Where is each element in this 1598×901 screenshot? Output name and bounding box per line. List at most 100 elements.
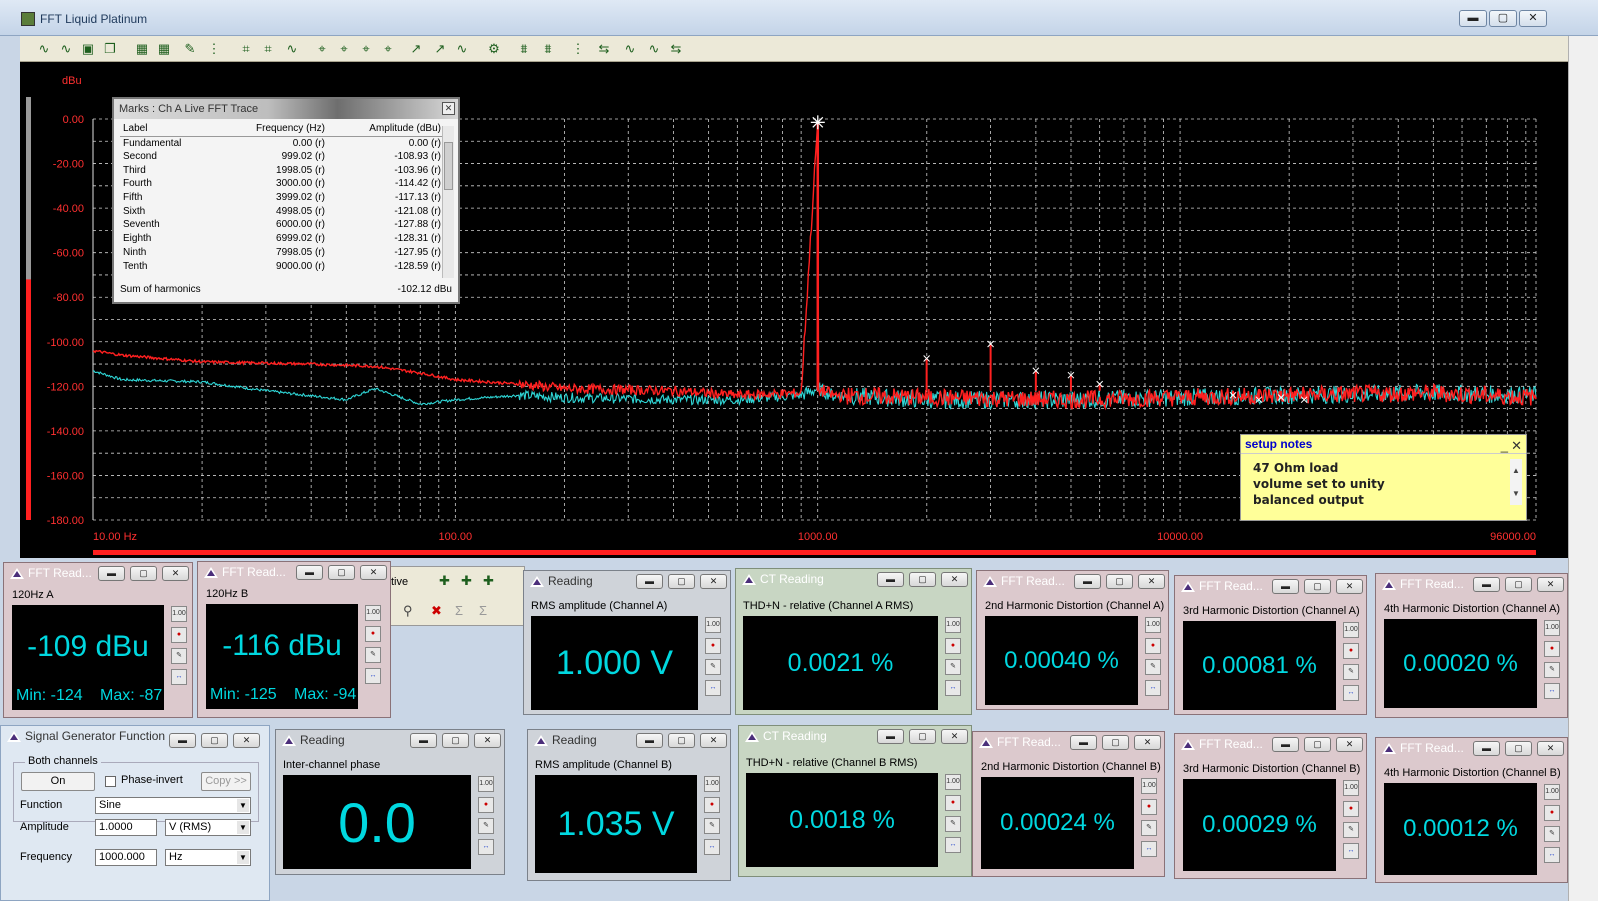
marker-icon[interactable]: ⌖ — [334, 39, 354, 58]
marks-panel[interactable]: Marks : Ch A Live FFT Trace ✕ Label Freq… — [112, 97, 460, 304]
meter-minimize-button[interactable]: ▬ — [410, 733, 437, 748]
meter-maximize-button[interactable]: ▢ — [1505, 577, 1532, 592]
siggen-minimize-button[interactable]: ▬ — [169, 733, 196, 748]
meter-minimize-button[interactable]: ▬ — [296, 565, 323, 580]
meter-close-button[interactable]: ✕ — [474, 733, 501, 748]
record-icon[interactable]: ● — [705, 638, 721, 654]
amplitude-unit-select[interactable]: V (RMS) ▼ — [165, 819, 251, 836]
chart-icon[interactable]: ▦ — [132, 39, 152, 58]
grid-icon[interactable]: ⋮ — [568, 39, 588, 58]
meter-minimize-button[interactable]: ▬ — [1074, 574, 1101, 589]
arrows-icon[interactable]: ↔ — [704, 839, 720, 855]
edit-icon[interactable]: ✎ — [1141, 820, 1157, 836]
arrows-icon[interactable]: ↔ — [171, 669, 187, 685]
zoom-icon[interactable]: ⌗ — [236, 39, 256, 58]
close-button[interactable]: ✕ — [1519, 10, 1547, 27]
edit-icon[interactable]: ✎ — [705, 659, 721, 675]
meter-minimize-button[interactable]: ▬ — [636, 574, 663, 589]
save-icon[interactable]: ▣ — [78, 39, 98, 58]
arrows-icon[interactable]: ↔ — [478, 839, 494, 855]
marks-row[interactable]: Fifth 3999.02 (r) -117.13 (r) — [120, 191, 444, 205]
meter-close-button[interactable]: ✕ — [1336, 579, 1363, 594]
meter-close-button[interactable]: ✕ — [700, 733, 727, 748]
meter-maximize-button[interactable]: ▢ — [1106, 574, 1133, 589]
record-icon[interactable]: ● — [1544, 805, 1560, 821]
notes-body[interactable]: 47 Ohm load volume set to unity balanced… — [1241, 454, 1526, 508]
meter-close-button[interactable]: ✕ — [162, 566, 189, 581]
meter-minimize-button[interactable]: ▬ — [636, 733, 663, 748]
meter-minimize-button[interactable]: ▬ — [1272, 579, 1299, 594]
scale-icon[interactable]: 1.00 — [945, 617, 961, 633]
arrows-icon[interactable]: ↔ — [945, 837, 961, 853]
copy-button[interactable]: Copy >> — [201, 772, 251, 791]
meter-close-button[interactable]: ✕ — [1134, 735, 1161, 750]
grid-icon[interactable]: ⋮ — [204, 39, 224, 58]
marker-icon[interactable]: ⌖ — [378, 39, 398, 58]
cursor-icon[interactable]: ↗ — [406, 39, 426, 58]
trace-icon[interactable]: ✚ — [439, 573, 450, 589]
meter-minimize-button[interactable]: ▬ — [877, 729, 904, 744]
trace-icon[interactable]: ∿ — [452, 39, 472, 58]
meter-maximize-button[interactable]: ▢ — [442, 733, 469, 748]
filter-icon[interactable]: ⩩ — [514, 39, 534, 58]
marks-row[interactable]: Second 999.02 (r) -108.93 (r) — [120, 150, 444, 164]
meter-window-fft1[interactable]: FFT Read... ▬ ▢ ✕ 120Hz A -109 dBu Min: -124 Ma… — [3, 562, 193, 718]
scale-icon[interactable]: 1.00 — [1141, 778, 1157, 794]
meter-maximize-button[interactable]: ▢ — [130, 566, 157, 581]
arrows-icon[interactable]: ↔ — [365, 668, 381, 684]
meter-close-button[interactable]: ✕ — [941, 572, 968, 587]
meter-maximize-button[interactable]: ▢ — [1102, 735, 1129, 750]
edit-icon[interactable]: ✎ — [1343, 664, 1359, 680]
maximize-button[interactable]: ▢ — [1489, 10, 1517, 27]
record-icon[interactable]: ● — [478, 797, 494, 813]
notes-minimize-icon[interactable]: _ — [1501, 436, 1508, 455]
scale-icon[interactable]: 1.00 — [171, 606, 187, 622]
edit-icon[interactable]: ✎ — [1343, 822, 1359, 838]
setup-notes[interactable]: setup notes _ ✕ 47 Ohm load volume set t… — [1240, 434, 1527, 521]
sum-icon[interactable]: Σ — [479, 603, 487, 618]
edit-icon[interactable]: ✎ — [1544, 826, 1560, 842]
chevron-down-icon[interactable]: ▼ — [237, 851, 249, 864]
signal-generator-window[interactable]: Signal Generator Function ▬ ▢ ✕ Both cha… — [0, 725, 270, 901]
edit-icon[interactable]: ✎ — [180, 39, 200, 58]
arrows-icon[interactable]: ↔ — [1141, 841, 1157, 857]
meter-window-h2a[interactable]: FFT Read... ▬ ▢ ✕ 2nd Harmonic Distortion (C… — [976, 570, 1169, 710]
meter-close-button[interactable]: ✕ — [360, 565, 387, 580]
meter-minimize-button[interactable]: ▬ — [1070, 735, 1097, 750]
cursor-icon[interactable]: ↗ — [430, 39, 450, 58]
chart-icon[interactable]: ▦ — [154, 39, 174, 58]
meter-maximize-button[interactable]: ▢ — [668, 574, 695, 589]
arrows-icon[interactable]: ↔ — [1343, 843, 1359, 859]
meter-window-h3a[interactable]: FFT Read... ▬ ▢ ✕ 3rd Harmonic Distortion (C… — [1174, 575, 1367, 715]
record-icon[interactable]: ● — [945, 638, 961, 654]
meter-maximize-button[interactable]: ▢ — [328, 565, 355, 580]
scale-icon[interactable]: 1.00 — [704, 776, 720, 792]
marks-row[interactable]: Eighth 6999.02 (r) -128.31 (r) — [120, 232, 444, 246]
scale-icon[interactable]: 1.00 — [365, 605, 381, 621]
meter-minimize-button[interactable]: ▬ — [1473, 577, 1500, 592]
record-icon[interactable]: ● — [704, 797, 720, 813]
trace-icon[interactable]: ∿ — [620, 39, 640, 58]
meter-window-h4b[interactable]: FFT Read... ▬ ▢ ✕ 4th Harmonic Distortion (C… — [1375, 737, 1568, 883]
filter-icon[interactable]: ⩩ — [538, 39, 558, 58]
meter-minimize-button[interactable]: ▬ — [877, 572, 904, 587]
scale-icon[interactable]: 1.00 — [478, 776, 494, 792]
arrows-icon[interactable]: ↔ — [1145, 680, 1161, 696]
record-icon[interactable]: ● — [1343, 801, 1359, 817]
frequency-unit-select[interactable]: Hz ▼ — [165, 849, 251, 866]
meter-window-ct1[interactable]: CT Reading ▬ ▢ ✕ THD+N - relative (Channel A… — [735, 568, 972, 715]
meter-close-button[interactable]: ✕ — [1537, 741, 1564, 756]
record-icon[interactable]: ● — [1343, 643, 1359, 659]
meter-close-button[interactable]: ✕ — [1537, 577, 1564, 592]
copy-icon[interactable]: ❐ — [100, 39, 120, 58]
meter-minimize-button[interactable]: ▬ — [98, 566, 125, 581]
scale-icon[interactable]: 1.00 — [705, 617, 721, 633]
delete-icon[interactable]: ✖ — [431, 603, 442, 619]
function-select[interactable]: Sine ▼ — [95, 797, 251, 814]
edit-icon[interactable]: ✎ — [945, 816, 961, 832]
marks-row[interactable]: Fundamental 0.00 (r) 0.00 (r) — [120, 136, 444, 150]
meter-close-button[interactable]: ✕ — [1336, 737, 1363, 752]
record-icon[interactable]: ● — [1141, 799, 1157, 815]
meter-minimize-button[interactable]: ▬ — [1473, 741, 1500, 756]
siggen-close-button[interactable]: ✕ — [233, 733, 260, 748]
